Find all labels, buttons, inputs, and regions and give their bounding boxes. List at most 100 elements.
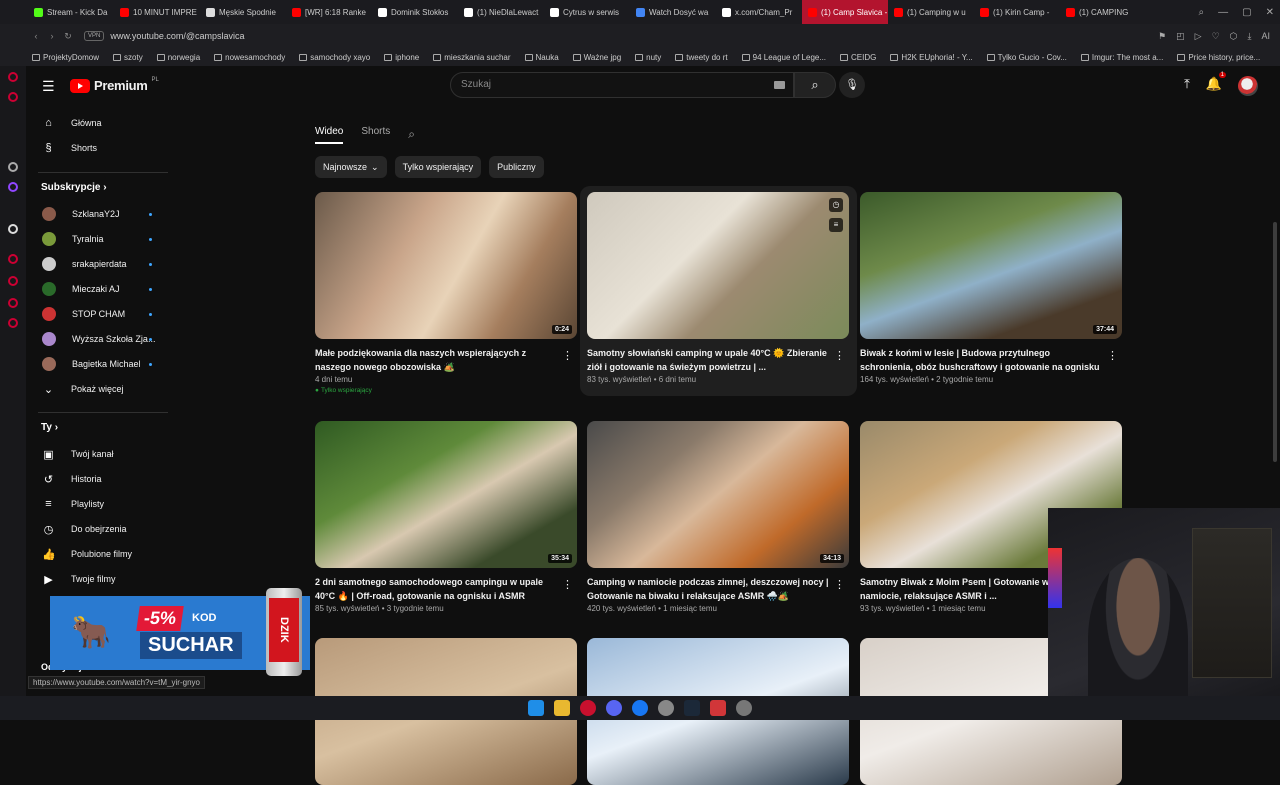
search-tabs-icon[interactable]: ⌕ [1199, 7, 1205, 18]
sidebar-subscription[interactable]: SzklanaY2J [26, 203, 176, 225]
sidebar-subscription[interactable]: STOP CHAM [26, 303, 176, 325]
bookmark-item[interactable]: Price history, price... [1177, 53, 1260, 62]
browser-tab[interactable]: Watch Dosyć wa [630, 0, 716, 24]
sidebar-subscription[interactable]: Bagietka Michael [26, 353, 176, 375]
video-title[interactable]: Samotny słowiański camping w upale 40°C … [587, 346, 832, 374]
keyboard-icon[interactable] [774, 81, 785, 89]
bookmark-item[interactable]: tweety do rt [675, 53, 728, 62]
browser-tab[interactable]: Cytrus w serwis [544, 0, 630, 24]
snapshot-icon[interactable]: ◰ [1176, 31, 1185, 42]
twitch-icon[interactable] [8, 182, 18, 192]
more-options-icon[interactable]: ⋮ [834, 349, 845, 362]
video-thumbnail[interactable]: 0:24 [315, 192, 577, 339]
browser-tab[interactable]: (1) Kirin Camp - [974, 0, 1060, 24]
vpn-badge[interactable]: VPN [84, 31, 105, 41]
video-thumbnail[interactable]: 37:44 [860, 192, 1122, 339]
browser-tab[interactable]: (1) Camping w u [888, 0, 974, 24]
facebook-icon[interactable] [632, 700, 648, 716]
video-card[interactable]: 0:24 Małe podziękowania dla naszych wspie… [315, 192, 577, 394]
bookmark-item[interactable]: nowesamochody [214, 53, 285, 62]
add-to-queue-icon[interactable]: ≡ [829, 218, 843, 232]
shopping-icon[interactable] [8, 72, 18, 82]
public-chip[interactable]: Publiczny [489, 156, 544, 178]
extensions-icon[interactable]: ⬡ [1230, 31, 1238, 42]
more-options-icon[interactable]: ⋮ [1107, 349, 1118, 362]
settings-side-icon[interactable] [8, 318, 18, 328]
x-icon[interactable] [8, 224, 18, 234]
video-card[interactable]: 34:13 Camping w namiocie podczas zimnej, … [587, 421, 849, 613]
bookmark-item[interactable]: Tylko Gucio - Cov... [986, 53, 1067, 62]
browser-tab[interactable]: (1) Camp Slavica - YouTube [802, 0, 888, 24]
bookmark-item[interactable]: ProjektyDomow [32, 53, 99, 62]
notifications-button[interactable]: 🔔 1 [1206, 72, 1226, 96]
sidebar-subscription[interactable]: Wyższa Szkoła Zja... [26, 328, 176, 350]
subscriptions-heading[interactable]: Subskrypcje › [41, 182, 107, 193]
tab-videos[interactable]: Wideo [315, 124, 344, 144]
video-thumbnail[interactable]: 34:13 [587, 421, 849, 568]
bookmark-item[interactable]: CEIDG [840, 53, 876, 62]
menu-icon[interactable]: ☰ [42, 78, 55, 95]
video-thumbnail[interactable]: 35:34 [315, 421, 577, 568]
heart-icon[interactable]: ♡ [1212, 31, 1220, 42]
windows-start-icon[interactable] [528, 700, 544, 716]
browser-tab[interactable]: Męskie Spodnie [200, 0, 286, 24]
voice-search-button[interactable]: 🎙 [839, 72, 865, 98]
bookmark-item[interactable]: nuty [635, 53, 661, 62]
show-more-button[interactable]: ⌄ Pokaż więcej [26, 378, 176, 400]
video-thumbnail[interactable]: ◷ ≡ [587, 192, 849, 339]
search-input[interactable]: Szukaj [450, 72, 794, 98]
ai-button[interactable]: AI [1261, 31, 1270, 42]
bookmark-item[interactable]: szoty [113, 53, 143, 62]
youtube-logo[interactable]: Premium PL [70, 77, 159, 93]
minimize-icon[interactable]: — [1218, 7, 1228, 18]
sidebar-item-you[interactable]: ≡ Playlisty [26, 493, 176, 515]
sidebar-item-you[interactable]: ▶ Twoje filmy [26, 568, 176, 590]
bookmark-item[interactable]: norwegia [156, 53, 200, 62]
close-icon[interactable]: ✕ [1266, 7, 1274, 18]
browser-tab[interactable]: (1) NieDlaLewact [458, 0, 544, 24]
video-title[interactable]: Camping w namiocie podczas zimnej, deszc… [587, 575, 832, 603]
video-card[interactable]: 37:44 Biwak z końmi w lesie | Budowa przy… [860, 192, 1122, 384]
video-title[interactable]: 2 dni samotnego samochodowego campingu w… [315, 575, 560, 603]
browser-tab[interactable]: [WR] 6:18 Ranke [286, 0, 372, 24]
more-options-icon[interactable]: ⋮ [562, 349, 573, 362]
play-icon[interactable]: ▷ [1195, 31, 1202, 42]
obs-icon[interactable] [658, 700, 674, 716]
bookmark-item[interactable]: iphone [384, 53, 419, 62]
back-icon[interactable]: ‹ [28, 31, 44, 41]
reload-icon[interactable]: ↻ [60, 31, 76, 42]
sidebar-item-home[interactable]: ⌂ Główna [26, 112, 176, 134]
bookmark-item[interactable]: mieszkania suchar [433, 53, 511, 62]
extensions-side-icon[interactable] [8, 298, 18, 308]
members-only-chip[interactable]: Tylko wspierający [394, 156, 482, 178]
browser-tab[interactable]: x.com/Cham_Pr [716, 0, 802, 24]
maximize-icon[interactable]: ▢ [1242, 7, 1251, 18]
bookmark-item[interactable]: Ważne jpg [572, 53, 621, 62]
opera-icon[interactable] [580, 700, 596, 716]
sidebar-item-you[interactable]: ▣ Twój kanał [26, 443, 176, 465]
upload-icon[interactable]: ⤒ [1184, 76, 1190, 96]
music-icon[interactable] [8, 92, 18, 102]
browser-tab[interactable]: Dominik Stokłos [372, 0, 458, 24]
bookmark-icon[interactable]: ⚑ [1158, 31, 1166, 42]
you-heading[interactable]: Ty › [41, 422, 58, 433]
browser-tab[interactable]: 10 MINUT IMPRE [114, 0, 200, 24]
more-options-icon[interactable]: ⋮ [562, 578, 573, 591]
search-button[interactable]: ⌕ [794, 72, 836, 98]
sort-chip[interactable]: Najnowsze ⌄ [315, 156, 387, 178]
avatar[interactable] [1238, 76, 1258, 96]
bookmark-item[interactable]: 94 League of Lege... [741, 53, 826, 62]
download-icon[interactable]: ⤓ [1248, 31, 1252, 42]
bookmark-item[interactable]: Imgur: The most a... [1080, 53, 1163, 62]
pin-icon[interactable] [8, 276, 18, 286]
sidebar-subscription[interactable]: Mieczaki AJ [26, 278, 176, 300]
video-title[interactable]: Małe podziękowania dla naszych wspierają… [315, 346, 560, 374]
browser-tab[interactable]: (1) CAMPING [1060, 0, 1146, 24]
browser-tab[interactable]: Stream - Kick Da [28, 0, 114, 24]
sidebar-subscription[interactable]: Tyralnia [26, 228, 176, 250]
more-options-icon[interactable]: ⋮ [834, 578, 845, 591]
sidebar-item-shorts[interactable]: § Shorts [26, 137, 176, 159]
sidebar-item-you[interactable]: ↺ Historia [26, 468, 176, 490]
url-field[interactable]: www.youtube.com/@campslavica [110, 31, 244, 41]
video-card[interactable]: 35:34 2 dni samotnego samochodowego campi… [315, 421, 577, 613]
